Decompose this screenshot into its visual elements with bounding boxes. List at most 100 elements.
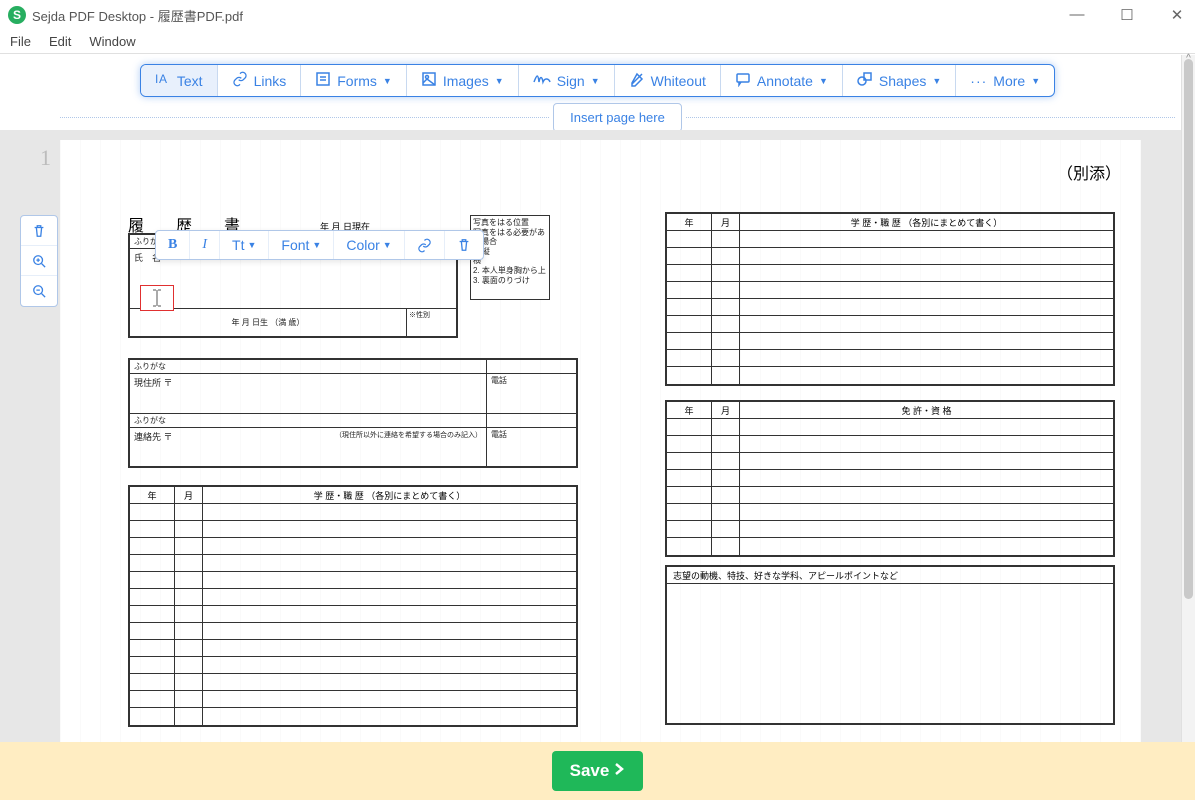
motive-block: 志望の動機、特技、好きな学科、アピールポイントなど [665,565,1115,725]
delete-text-button[interactable] [445,231,483,259]
col-month: 月 [175,487,203,503]
furigana2: ふりがな [130,360,486,373]
caret-icon: ▼ [591,76,600,86]
font-family-button[interactable]: Font▼ [269,231,334,259]
page-side-tools [20,215,58,307]
size-label: Tt [232,237,244,253]
current-address: 現住所 〒 [130,374,486,413]
caret-icon: ▼ [932,76,941,86]
photo-note-text: 写真をはる位置 写真をはる必要がある場合 1. 縦 横 2. 本人単身胸から上 … [473,218,546,285]
save-label: Save [570,761,610,781]
insert-page-row: Insert page here [0,103,1195,132]
phone1: 電話 [486,374,576,413]
address-block: ふりがな 現住所 〒 電話 ふりがな 連絡先 〒 （現住所以外に連絡を希望する場… [128,358,578,468]
col-month-3: 月 [712,402,740,418]
attachment-label: （別添） [1057,160,1121,184]
close-button[interactable]: ✕ [1167,6,1187,24]
main-toolbar: IA Text Links Forms ▼ Images ▼ [140,64,1055,97]
tool-whiteout[interactable]: Whiteout [615,65,721,96]
page-number: 1 [40,145,51,171]
save-button[interactable]: Save [552,751,644,791]
col-month-2: 月 [712,214,740,230]
col-edu-header: 学 歴・職 歴 （各別にまとめて書く） [203,487,576,503]
save-bar: Save [0,742,1195,800]
titlebar: S Sejda PDF Desktop - 履歴書PDF.pdf — ☐ ✕ [0,0,1195,30]
minimize-button[interactable]: — [1067,6,1087,24]
sign-icon [533,72,551,89]
tool-shapes-label: Shapes [879,73,926,89]
text-edit-toolbar: B I Tt▼ Font▼ Color▼ [155,230,484,260]
contact-note: （現住所以外に連絡を希望する場合のみ記入） [335,430,482,466]
col-year-2: 年 [667,214,712,230]
insert-page-button[interactable]: Insert page here [553,103,682,132]
tool-sign[interactable]: Sign ▼ [519,65,615,96]
menu-edit[interactable]: Edit [49,34,71,49]
bold-button[interactable]: B [156,231,190,259]
tool-links-label: Links [254,73,287,89]
tool-forms[interactable]: Forms ▼ [301,65,407,96]
divider-right [686,117,1175,118]
annotate-icon [735,71,751,90]
vertical-scrollbar[interactable]: ^ [1181,55,1195,800]
furigana3: ふりがな [130,414,486,427]
caret-icon: ▼ [247,240,256,250]
tool-more-label: More [993,73,1025,89]
col-edu-header-2: 学 歴・職 歴 （各別にまとめて書く） [740,214,1113,230]
caret-icon: ▼ [383,76,392,86]
bold-label: B [168,237,177,253]
font-size-button[interactable]: Tt▼ [220,231,269,259]
tool-sign-label: Sign [557,73,585,89]
contact-address: 連絡先 〒 [134,430,173,466]
caret-icon: ▼ [383,240,392,250]
color-label: Color [346,237,379,253]
font-label: Font [281,237,309,253]
tool-images[interactable]: Images ▼ [407,65,519,96]
divider-left [60,117,549,118]
zoom-out-button[interactable] [21,276,57,306]
tool-more[interactable]: ··· More ▼ [956,65,1054,96]
window-title: Sejda PDF Desktop - 履歴書PDF.pdf [32,6,243,25]
col-license-header: 免 許・資 格 [740,402,1113,418]
col-year-3: 年 [667,402,712,418]
caret-icon: ▼ [819,76,828,86]
menu-window[interactable]: Window [89,34,135,49]
tool-whiteout-label: Whiteout [651,73,706,89]
caret-icon: ▼ [495,76,504,86]
svg-text:A: A [159,72,167,86]
col-year: 年 [130,487,175,503]
text-icon: IA [155,71,171,90]
whiteout-icon [629,71,645,90]
tool-forms-label: Forms [337,73,377,89]
delete-page-button[interactable] [21,216,57,246]
shapes-icon [857,71,873,90]
tool-images-label: Images [443,73,489,89]
tool-text[interactable]: IA Text [141,65,218,96]
link-icon [232,71,248,90]
italic-label: I [202,237,207,253]
tool-annotate-label: Annotate [757,73,813,89]
tool-links[interactable]: Links [218,65,302,96]
scrollbar-thumb[interactable] [1184,59,1193,599]
tool-annotate[interactable]: Annotate ▼ [721,65,843,96]
italic-button[interactable]: I [190,231,220,259]
chevron-right-icon [613,761,625,781]
education-table-2: 年 月 学 歴・職 歴 （各別にまとめて書く） [665,212,1115,386]
tool-shapes[interactable]: Shapes ▼ [843,65,956,96]
svg-text:I: I [155,72,158,86]
more-icon: ··· [970,73,987,89]
education-table-1: 年 月 学 歴・職 歴 （各別にまとめて書く） [128,485,578,727]
font-color-button[interactable]: Color ▼ [334,231,404,259]
app-icon: S [8,6,26,24]
caret-icon: ▼ [1031,76,1040,86]
tool-text-label: Text [177,73,203,89]
text-insertion-cursor[interactable] [140,285,174,311]
phone2: 電話 [486,428,576,468]
license-table: 年 月 免 許・資 格 [665,400,1115,557]
forms-icon [315,71,331,90]
link-text-button[interactable] [405,231,445,259]
maximize-button[interactable]: ☐ [1117,6,1137,24]
image-icon [421,71,437,90]
menu-file[interactable]: File [10,34,31,49]
zoom-in-button[interactable] [21,246,57,276]
birth-line: 年 月 日生 （満 歳） [130,309,406,337]
